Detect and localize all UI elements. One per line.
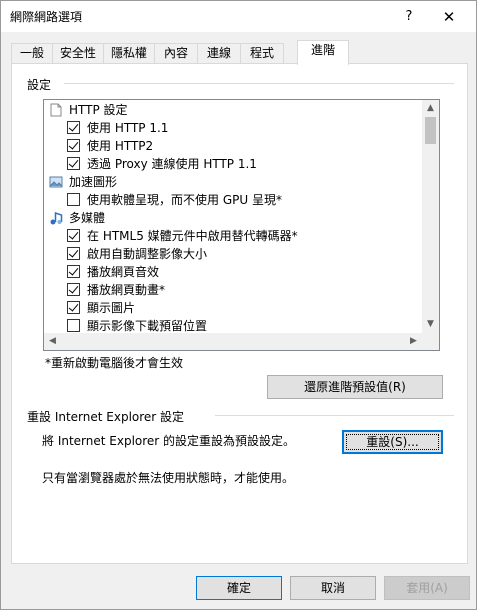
tab-connections[interactable]: 連線 <box>197 43 241 64</box>
checkbox-unchecked[interactable] <box>67 319 80 332</box>
reset-description: 將 Internet Explorer 的設定重設為預設設定。 <box>42 434 296 448</box>
window-title: 網際網路選項 <box>10 10 83 24</box>
tree-option-label: 透過 Proxy 連線使用 HTTP 1.1 <box>87 157 257 171</box>
checkbox-checked[interactable] <box>67 229 80 242</box>
tab-general[interactable]: 一般 <box>11 43 53 64</box>
ok-button[interactable]: 確定 <box>196 576 282 600</box>
internet-options-dialog: 網際網路選項 ? ✕ 一般 安全性 隱私權 內容 連線 程式 進階 設定 HTT… <box>0 0 477 610</box>
restart-note: *重新啟動電腦後才會生效 <box>45 356 184 370</box>
page-icon <box>49 103 63 117</box>
tree-category-label: 加速圖形 <box>69 175 118 189</box>
reset-group-divider <box>215 415 454 416</box>
settings-tree[interactable]: HTTP 設定使用 HTTP 1.1 使用 HTTP2 透過 Proxy 連線使用 … <box>43 99 440 351</box>
tree-checkbox-option[interactable]: 播放網頁動畫* <box>44 281 422 299</box>
title-bar: 網際網路選項 ? ✕ <box>1 1 476 32</box>
tree-category-label: 多媒體 <box>69 211 106 225</box>
tree-option-label: 在 HTML5 媒體元件中啟用替代轉碼器* <box>87 229 298 243</box>
tree-checkbox-option[interactable]: 顯示圖片 <box>44 299 422 317</box>
checkbox-checked[interactable] <box>67 283 80 296</box>
tree-category: 加速圖形 <box>44 173 422 191</box>
tree-checkbox-option[interactable]: 在 HTML5 媒體元件中啟用替代轉碼器* <box>44 227 422 245</box>
checkbox-checked[interactable] <box>67 247 80 260</box>
checkbox-checked[interactable] <box>67 265 80 278</box>
tab-strip: 一般 安全性 隱私權 內容 連線 程式 進階 <box>11 40 471 65</box>
cancel-button[interactable]: 取消 <box>290 576 376 600</box>
checkbox-checked[interactable] <box>67 301 80 314</box>
tree-category: HTTP 設定 <box>44 101 422 119</box>
scrollbar-corner <box>422 333 439 350</box>
scroll-up-icon[interactable]: ▲ <box>422 100 439 117</box>
tab-content[interactable]: 內容 <box>154 43 198 64</box>
checkbox-checked[interactable] <box>67 157 80 170</box>
tree-checkbox-option[interactable]: 透過 Proxy 連線使用 HTTP 1.1 <box>44 155 422 173</box>
checkbox-unchecked[interactable] <box>67 193 80 206</box>
checkbox-checked[interactable] <box>67 139 80 152</box>
reset-button[interactable]: 重設(S)... <box>342 430 443 454</box>
tree-option-label: 使用 HTTP2 <box>87 139 154 153</box>
vertical-scroll-thumb[interactable] <box>425 117 436 144</box>
tree-checkbox-option[interactable]: 使用 HTTP2 <box>44 137 422 155</box>
horizontal-scrollbar[interactable]: ◀ ▶ <box>44 333 422 350</box>
reset-note: 只有當瀏覽器處於無法使用狀態時，才能使用。 <box>42 471 295 485</box>
scroll-down-icon[interactable]: ▼ <box>422 316 439 333</box>
tree-checkbox-option[interactable]: 使用軟體呈現，而不使用 GPU 呈現* <box>44 191 422 209</box>
tab-advanced[interactable]: 進階 <box>297 40 349 65</box>
tree-option-label: 顯示圖片 <box>87 301 136 315</box>
reset-group-label: 重設 Internet Explorer 設定 <box>27 410 185 424</box>
focus-rectangle <box>346 434 439 450</box>
tree-checkbox-option[interactable]: 使用 HTTP 1.1 <box>44 119 422 137</box>
tree-checkbox-option[interactable]: 啟用自動調整影像大小 <box>44 245 422 263</box>
tab-privacy[interactable]: 隱私權 <box>103 43 155 64</box>
restore-advanced-defaults-button[interactable]: 還原進階預設值(R) <box>267 375 443 399</box>
tree-option-label: 播放網頁動畫* <box>87 283 166 297</box>
image-icon <box>49 175 63 189</box>
close-button[interactable]: ✕ <box>429 5 469 29</box>
checkbox-checked[interactable] <box>67 121 80 134</box>
tree-category-label: HTTP 設定 <box>69 103 128 117</box>
tree-option-label: 播放網頁音效 <box>87 265 160 279</box>
advanced-panel: 設定 HTTP 設定使用 HTTP 1.1 使用 HTTP2 透過 Proxy 連線… <box>11 63 468 564</box>
vertical-scrollbar[interactable]: ▲ ▼ <box>422 100 439 333</box>
scroll-left-icon[interactable]: ◀ <box>44 333 61 350</box>
scroll-right-icon[interactable]: ▶ <box>405 333 422 350</box>
multimedia-icon <box>49 211 63 225</box>
apply-button[interactable]: 套用(A) <box>384 576 470 600</box>
tree-checkbox-option[interactable]: 播放網頁音效 <box>44 263 422 281</box>
tree-option-label: 使用 HTTP 1.1 <box>87 121 169 135</box>
tree-category: 多媒體 <box>44 209 422 227</box>
tab-programs[interactable]: 程式 <box>240 43 284 64</box>
settings-group-label: 設定 <box>27 78 52 92</box>
tree-option-label: 使用軟體呈現，而不使用 GPU 呈現* <box>87 193 282 207</box>
tree-option-label: 啟用自動調整影像大小 <box>87 247 208 261</box>
tab-security[interactable]: 安全性 <box>52 43 104 64</box>
help-button[interactable]: ? <box>391 5 427 29</box>
settings-group-divider <box>64 83 454 84</box>
